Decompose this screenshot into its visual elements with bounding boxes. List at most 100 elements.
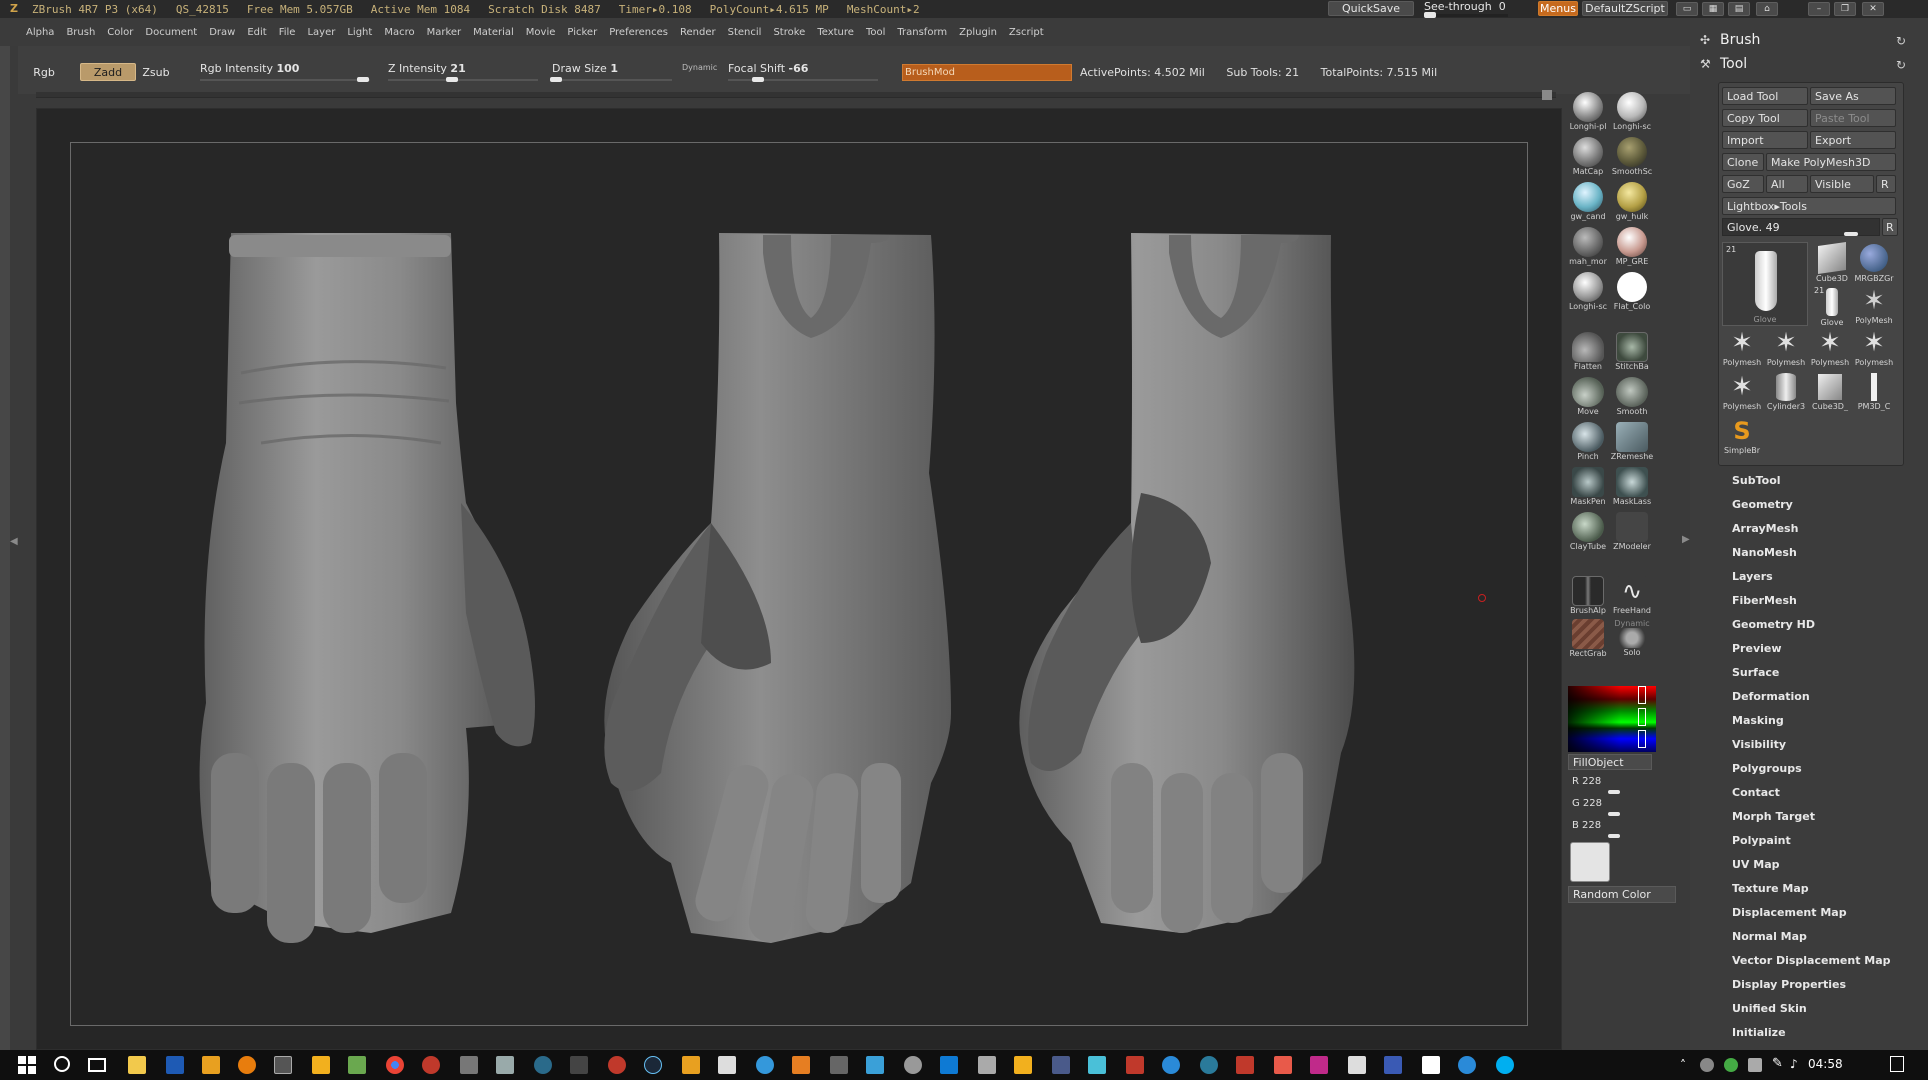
right-tray-collapse-icon[interactable]: ▶ <box>1682 534 1690 545</box>
import-button[interactable]: Import <box>1722 131 1808 149</box>
r-slider-knob[interactable] <box>1608 790 1620 794</box>
app-icon[interactable] <box>682 1056 700 1074</box>
glove-model-right[interactable] <box>1019 233 1355 933</box>
file-explorer-icon[interactable] <box>128 1056 146 1074</box>
subpalette-morph-target[interactable]: Morph Target <box>1732 810 1815 823</box>
material-mah-mor[interactable]: mah_mor <box>1566 227 1610 266</box>
menu-marker[interactable]: Marker <box>427 27 462 38</box>
ui-layout-icon[interactable]: ▤ <box>1728 2 1750 16</box>
see-through-track[interactable] <box>1424 14 1508 17</box>
subpalette-surface[interactable]: Surface <box>1732 666 1779 679</box>
app-icon[interactable] <box>1422 1056 1440 1074</box>
app-icon[interactable] <box>978 1056 996 1074</box>
tray-chevron-icon[interactable]: ˄ <box>1680 1058 1686 1072</box>
tool-refresh-icon[interactable]: ↻ <box>1896 58 1906 72</box>
tool-thumb-mrgbzgrabber[interactable]: MRGBZGr <box>1854 242 1894 284</box>
tool-thumb-glove-small[interactable]: 21 Glove <box>1812 286 1852 328</box>
app-icon[interactable] <box>534 1056 552 1074</box>
subpalette-geometry[interactable]: Geometry <box>1732 498 1793 511</box>
menu-light[interactable]: Light <box>347 27 372 38</box>
subpalette-subtool[interactable]: SubTool <box>1732 474 1781 487</box>
b-slider-knob[interactable] <box>1608 834 1620 838</box>
material-flat-color[interactable]: Flat_Colo <box>1610 272 1654 311</box>
app-icon[interactable] <box>1348 1056 1366 1074</box>
draw-size-track[interactable] <box>552 79 672 81</box>
app-icon[interactable] <box>1274 1056 1292 1074</box>
app-icon[interactable] <box>496 1056 514 1074</box>
tool-thumb-cube3d[interactable]: Cube3D <box>1812 242 1852 284</box>
left-tray[interactable] <box>0 46 10 1050</box>
material-longhi-pl[interactable]: Longhi-pl <box>1566 92 1610 131</box>
rgb-intensity-track[interactable] <box>200 79 370 81</box>
g-slider[interactable]: G 228 <box>1572 798 1602 809</box>
zsub-button[interactable]: Zsub <box>138 63 174 81</box>
minimize-icon[interactable]: – <box>1808 2 1830 16</box>
menu-macro[interactable]: Macro <box>384 27 414 38</box>
tool-thumb-cylinder3d[interactable]: Cylinder3 <box>1766 372 1806 414</box>
menu-stroke[interactable]: Stroke <box>773 27 805 38</box>
subpalette-unified-skin[interactable]: Unified Skin <box>1732 1002 1807 1015</box>
tool-thumb-polymesh-2[interactable]: ✶ Polymesh <box>1766 328 1806 370</box>
menu-render[interactable]: Render <box>680 27 716 38</box>
tool-palette-header[interactable]: ⚒ Tool <box>1700 56 1747 72</box>
rgb-intensity-slider[interactable]: Rgb Intensity 100 <box>200 62 299 75</box>
tool-thumb-polymesh-5[interactable]: ✶ Polymesh <box>1722 372 1762 414</box>
menus-button[interactable]: Menus <box>1538 1 1578 16</box>
menu-layer[interactable]: Layer <box>307 27 335 38</box>
dynamic-toggle[interactable]: Dynamic <box>682 63 717 72</box>
palette-layout-icon[interactable]: ▭ <box>1676 2 1698 16</box>
chrome-icon[interactable] <box>386 1056 404 1074</box>
shelf-scroll-handle[interactable] <box>1542 90 1552 100</box>
pen-icon[interactable]: ✎ <box>1772 1056 1783 1071</box>
app-icon[interactable] <box>1162 1056 1180 1074</box>
menu-file[interactable]: File <box>279 27 296 38</box>
menu-movie[interactable]: Movie <box>526 27 556 38</box>
rgb-intensity-knob[interactable] <box>357 77 369 82</box>
maximize-icon[interactable]: ❐ <box>1834 2 1856 16</box>
menu-color[interactable]: Color <box>107 27 133 38</box>
menu-texture[interactable]: Texture <box>817 27 854 38</box>
rgb-button[interactable]: Rgb <box>26 63 62 81</box>
copy-tool-button[interactable]: Copy Tool <box>1722 109 1808 127</box>
app-icon[interactable] <box>1310 1056 1328 1074</box>
brush-claytubes[interactable]: ClayTube <box>1566 512 1610 551</box>
app-icon[interactable] <box>1126 1056 1144 1074</box>
paste-tool-button[interactable]: Paste Tool <box>1810 109 1896 127</box>
app-icon[interactable] <box>792 1056 810 1074</box>
tool-thumb-pm3d-cube[interactable]: PM3D_C <box>1854 372 1894 414</box>
brushmod-slider[interactable]: BrushMod <box>902 64 1072 81</box>
b-slider[interactable]: B 228 <box>1572 820 1601 831</box>
zbrush-taskbar-icon[interactable] <box>274 1056 292 1074</box>
goz-visible-button[interactable]: Visible <box>1810 175 1874 193</box>
tool-thumb-polymesh-4[interactable]: ✶ Polymesh <box>1854 328 1894 370</box>
g-slider-knob[interactable] <box>1608 812 1620 816</box>
subpalette-fibermesh[interactable]: FiberMesh <box>1732 594 1797 607</box>
quicksave-button[interactable]: QuickSave <box>1328 1 1414 16</box>
tool-thumb-simplebrush[interactable]: S SimpleBr <box>1722 416 1762 458</box>
close-icon[interactable]: ✕ <box>1862 2 1884 16</box>
tray-app-icon-2[interactable] <box>1724 1058 1738 1072</box>
tool-thumb-glove-large[interactable]: 21 Glove <box>1722 242 1808 326</box>
subpalette-layers[interactable]: Layers <box>1732 570 1773 583</box>
blender-icon[interactable] <box>238 1056 256 1074</box>
brush-flatten[interactable]: Flatten <box>1566 332 1610 371</box>
task-view-icon[interactable] <box>88 1058 106 1072</box>
subpalette-contact[interactable]: Contact <box>1732 786 1780 799</box>
green-marker[interactable] <box>1638 708 1646 726</box>
menu-material[interactable]: Material <box>473 27 514 38</box>
app-icon[interactable] <box>1384 1056 1402 1074</box>
alpha-selector[interactable]: BrushAlp <box>1566 576 1610 615</box>
current-tool-slider-knob[interactable] <box>1844 232 1858 236</box>
material-smoothsc[interactable]: SmoothSc <box>1610 137 1654 176</box>
windows-start-icon[interactable] <box>18 1056 36 1074</box>
app-icon[interactable] <box>756 1056 774 1074</box>
tool-r-button[interactable]: R <box>1882 218 1898 236</box>
draw-size-knob[interactable] <box>550 77 562 82</box>
taskbar-clock[interactable]: 04:58 <box>1808 1057 1843 1071</box>
tray-app-icon[interactable] <box>1700 1058 1714 1072</box>
lock-icon[interactable]: ⌂ <box>1756 2 1778 16</box>
app-icon[interactable] <box>1458 1056 1476 1074</box>
app-icon[interactable] <box>1200 1056 1218 1074</box>
draw-size-slider[interactable]: Draw Size 1 <box>552 62 618 75</box>
clone-button[interactable]: Clone <box>1722 153 1764 171</box>
